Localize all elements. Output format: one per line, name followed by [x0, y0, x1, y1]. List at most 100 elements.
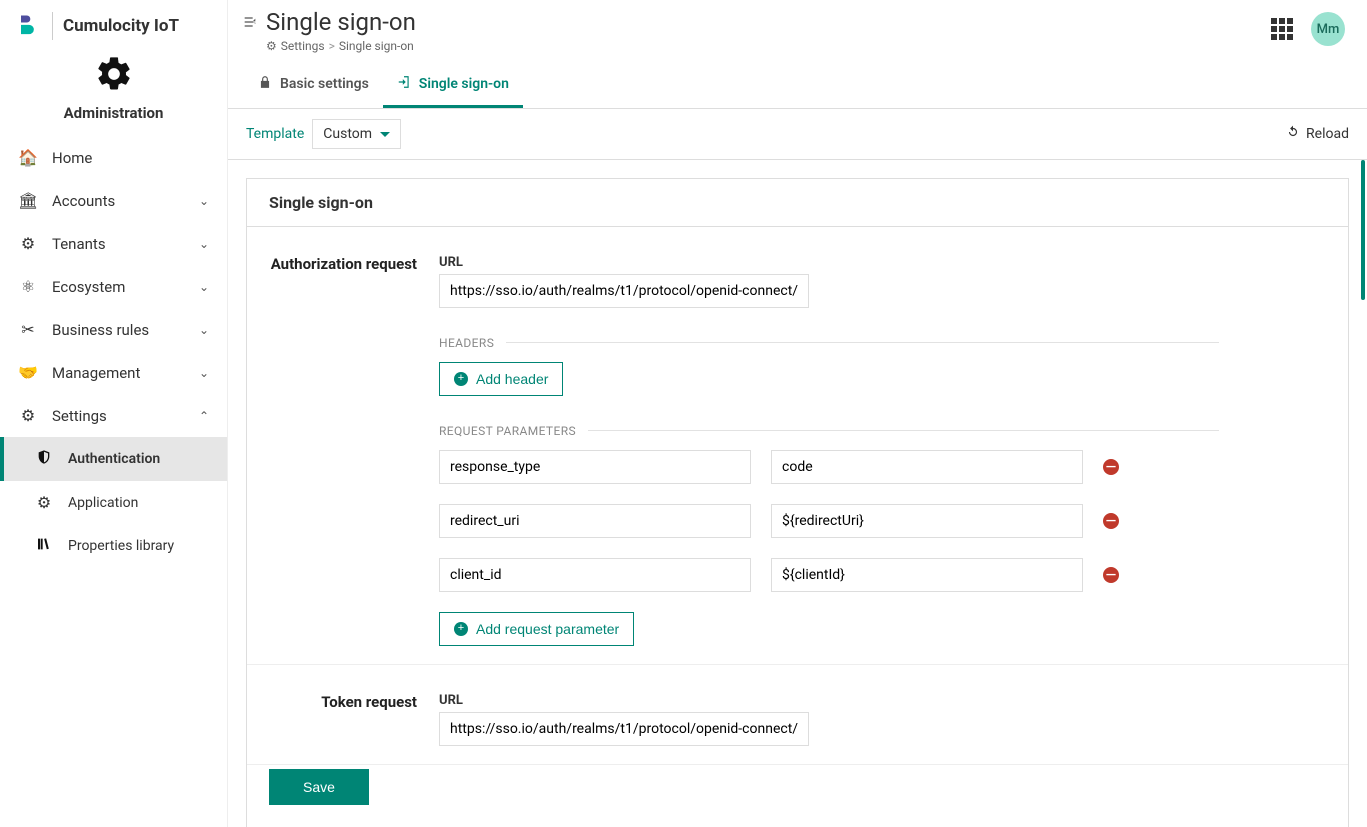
chevron-down-icon: ⌄: [199, 237, 209, 251]
sidebar-item-label: Home: [52, 149, 92, 167]
tab-basic-settings[interactable]: Basic settings: [244, 63, 383, 108]
chevron-down-icon: ⌄: [199, 280, 209, 294]
cog-icon: ⚙: [34, 493, 54, 512]
save-bar: Save: [247, 759, 1348, 827]
sidebar-item-home[interactable]: 🏠 Home: [0, 136, 227, 179]
books-icon: [34, 536, 54, 556]
param-row: －: [439, 450, 1219, 484]
reload-button[interactable]: Reload: [1286, 125, 1349, 143]
home-icon: 🏠: [18, 148, 38, 167]
tools-icon: ✂: [18, 320, 38, 339]
add-header-button[interactable]: + Add header: [439, 362, 563, 396]
param-value-input[interactable]: [771, 558, 1083, 592]
sidebar-item-business-rules[interactable]: ✂ Business rules ⌄: [0, 308, 227, 351]
sidebar-item-application[interactable]: ⚙ Application: [0, 481, 227, 524]
breadcrumb-root[interactable]: Settings: [281, 39, 325, 53]
section-label: Token request: [269, 693, 439, 746]
token-url-input[interactable]: [439, 712, 809, 746]
scroll-indicator: [1361, 160, 1365, 300]
brand-name: Cumulocity IoT: [63, 16, 179, 36]
add-header-label: Add header: [476, 371, 548, 387]
section-body: URL HEADERS + Add header REQUEST PARAMET…: [439, 255, 1219, 646]
sidebar-item-label: Management: [52, 364, 140, 382]
sidebar-item-authentication[interactable]: Authentication: [0, 437, 227, 481]
lock-icon: [258, 75, 272, 93]
bank-icon: 🏛: [18, 191, 38, 210]
sidebar-item-label: Accounts: [52, 192, 115, 210]
param-key-input[interactable]: [439, 558, 751, 592]
remove-param-button[interactable]: －: [1103, 567, 1119, 583]
remove-param-button[interactable]: －: [1103, 459, 1119, 475]
brand-divider: [52, 12, 53, 40]
app-context-label: Administration: [0, 104, 227, 122]
param-value-input[interactable]: [771, 504, 1083, 538]
chevron-down-icon: ⌄: [199, 194, 209, 208]
atom-icon: ⚛: [18, 277, 38, 296]
breadcrumb-separator: >: [329, 39, 335, 53]
tab-single-sign-on[interactable]: Single sign-on: [383, 63, 523, 108]
app-context: Administration: [0, 48, 227, 136]
breadcrumb: ⚙ Settings > Single sign-on: [266, 39, 1271, 53]
collapse-sidebar-button[interactable]: [242, 8, 266, 34]
sidebar-item-accounts[interactable]: 🏛 Accounts ⌄: [0, 179, 227, 222]
avatar[interactable]: Mm: [1311, 12, 1345, 46]
authorization-url-input[interactable]: [439, 274, 809, 308]
page-title: Single sign-on: [266, 8, 1271, 37]
sidebar-item-label: Ecosystem: [52, 278, 125, 296]
remove-param-button[interactable]: －: [1103, 513, 1119, 529]
main: Single sign-on ⚙ Settings > Single sign-…: [228, 0, 1367, 827]
shield-icon: [34, 449, 54, 469]
sidebar-item-ecosystem[interactable]: ⚛ Ecosystem ⌄: [0, 265, 227, 308]
sso-card: Single sign-on Authorization request URL…: [246, 178, 1349, 827]
collapse-icon: [242, 14, 258, 30]
cog-icon: ⚙: [18, 406, 38, 425]
card-title: Single sign-on: [247, 179, 1348, 227]
chevron-down-icon: ⌄: [199, 323, 209, 337]
login-icon: [397, 75, 411, 93]
template-value: Custom: [323, 126, 372, 142]
brand-logo-icon: [14, 12, 42, 40]
section-authorization-request: Authorization request URL HEADERS + Add …: [247, 227, 1348, 665]
top-actions: Mm: [1271, 12, 1345, 46]
sidebar-item-label: Application: [68, 495, 138, 511]
sidebar: Cumulocity IoT Administration 🏠 Home 🏛 A…: [0, 0, 228, 827]
sidebar-item-properties-library[interactable]: Properties library: [0, 524, 227, 568]
url-label: URL: [439, 693, 1219, 708]
params-label-text: REQUEST PARAMETERS: [439, 424, 576, 438]
nav: 🏠 Home 🏛 Accounts ⌄ ⚙ Tenants ⌄ ⚛ Ecosys…: [0, 136, 227, 568]
form-scroll-area[interactable]: Single sign-on Authorization request URL…: [228, 160, 1367, 827]
section-label: Authorization request: [269, 255, 439, 646]
param-key-input[interactable]: [439, 450, 751, 484]
handshake-icon: 🤝: [18, 363, 38, 382]
headers-label-text: HEADERS: [439, 336, 494, 350]
plus-icon: +: [454, 622, 468, 636]
sidebar-item-label: Settings: [52, 407, 107, 425]
reload-icon: [1286, 125, 1300, 143]
chevron-up-icon: ⌃: [199, 409, 209, 423]
add-request-parameter-button[interactable]: + Add request parameter: [439, 612, 634, 646]
gear-icon: [0, 54, 227, 100]
toolbar: Template Custom Reload: [228, 109, 1367, 160]
add-param-label: Add request parameter: [476, 621, 619, 637]
save-label: Save: [303, 779, 335, 795]
tab-label: Single sign-on: [419, 76, 509, 92]
gear-icon: ⚙: [18, 234, 38, 253]
section-token-request: Token request URL: [247, 665, 1348, 765]
section-body: URL: [439, 693, 1219, 746]
sidebar-item-label: Tenants: [52, 235, 106, 253]
breadcrumb-leaf: Single sign-on: [339, 39, 414, 53]
param-value-input[interactable]: [771, 450, 1083, 484]
template-select[interactable]: Custom: [312, 119, 401, 149]
sidebar-item-management[interactable]: 🤝 Management ⌄: [0, 351, 227, 394]
save-button[interactable]: Save: [269, 769, 369, 805]
sidebar-item-settings[interactable]: ⚙ Settings ⌃: [0, 394, 227, 437]
reload-label: Reload: [1306, 126, 1349, 142]
param-key-input[interactable]: [439, 504, 751, 538]
app-switcher-icon[interactable]: [1271, 18, 1293, 40]
sidebar-item-label: Authentication: [68, 451, 160, 467]
brand: Cumulocity IoT: [0, 0, 227, 48]
sidebar-item-tenants[interactable]: ⚙ Tenants ⌄: [0, 222, 227, 265]
headers-group-label: HEADERS: [439, 336, 1219, 350]
chevron-down-icon: ⌄: [199, 366, 209, 380]
minus-icon: －: [1105, 458, 1117, 475]
